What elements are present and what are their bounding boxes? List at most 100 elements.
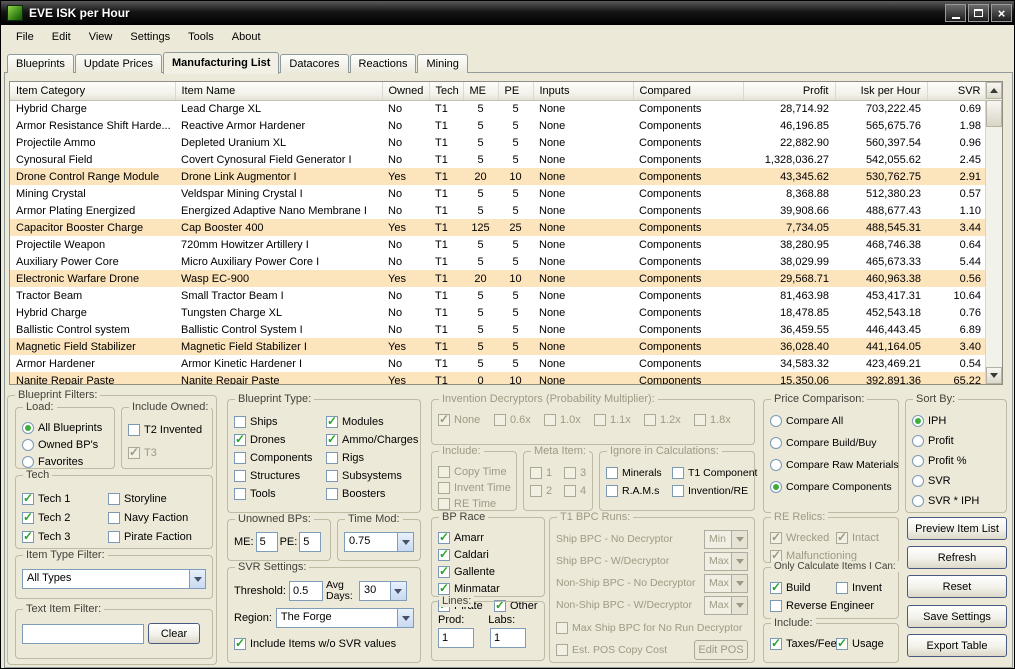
checkbox-copy-time[interactable]: Copy Time: [438, 464, 510, 479]
tab-datacores[interactable]: Datacores: [280, 54, 349, 73]
checkbox-box[interactable]: [836, 530, 848, 544]
radio-dot[interactable]: [912, 434, 924, 447]
column-header-item-name[interactable]: Item Name: [175, 82, 383, 101]
avg-days-dropdown[interactable]: 30: [358, 581, 407, 602]
checkbox-box[interactable]: [108, 530, 120, 543]
checkbox-box[interactable]: [438, 497, 450, 510]
scrollbar-down-button[interactable]: [986, 367, 1002, 384]
checkbox-est-pos-copy-cost[interactable]: Est. POS Copy Cost: [556, 643, 667, 658]
menu-view[interactable]: View: [80, 28, 122, 46]
column-header-item-category[interactable]: Item Category: [10, 82, 176, 101]
table-row[interactable]: Armor Plating Energized Energized Adaptiv…: [10, 202, 987, 219]
checkbox-box[interactable]: [128, 423, 140, 436]
checkbox-box[interactable]: [326, 488, 338, 500]
checkbox-box[interactable]: [770, 599, 782, 612]
checkbox-pirate-faction[interactable]: Pirate Faction: [108, 529, 208, 544]
menu-edit[interactable]: Edit: [43, 28, 80, 46]
checkbox-box[interactable]: [438, 465, 450, 478]
checkbox-invent[interactable]: Invent: [836, 580, 882, 595]
checkbox-box[interactable]: [556, 621, 568, 634]
radio-dot[interactable]: [912, 494, 924, 507]
table-row[interactable]: Capacitor Booster Charge Cap Booster 400 Y…: [10, 219, 987, 236]
checkbox-box[interactable]: [438, 530, 450, 544]
checkbox-0-6x[interactable]: 0.6x: [494, 412, 544, 427]
checkbox-t1-component[interactable]: T1 Component: [672, 466, 757, 481]
radio-svr[interactable]: SVR: [912, 473, 1000, 488]
checkbox-re-time[interactable]: RE Time: [438, 496, 510, 511]
edit-pos-button[interactable]: Edit POS: [694, 640, 748, 660]
preview-item-list-button[interactable]: Preview Item List: [907, 517, 1007, 540]
column-header-pe[interactable]: PE: [498, 82, 534, 101]
radio-dot[interactable]: [770, 414, 782, 427]
maximize-button[interactable]: [968, 4, 989, 22]
menu-settings[interactable]: Settings: [121, 28, 179, 46]
checkbox-none[interactable]: None: [438, 412, 494, 427]
checkbox-t2-invented[interactable]: T2 Invented: [128, 422, 206, 437]
checkbox-box[interactable]: [564, 485, 576, 497]
checkbox-box[interactable]: [836, 581, 848, 594]
checkbox-boosters[interactable]: Boosters: [326, 487, 420, 502]
table-row[interactable]: Ballistic Control system Ballistic Contro…: [10, 321, 987, 338]
checkbox-usage[interactable]: Usage: [836, 636, 884, 651]
ship-bpc-w-decryptor-dropdown[interactable]: Max: [704, 551, 748, 571]
table-row[interactable]: Armor Hardener Armor Kinetic Hardener I No…: [10, 355, 987, 372]
text-item-filter-input[interactable]: [22, 623, 144, 644]
checkbox-drones[interactable]: Drones: [234, 432, 326, 448]
checkbox-box[interactable]: [770, 636, 782, 650]
nonship-bpc-no-decryptor-dropdown[interactable]: Max: [704, 573, 748, 593]
checkbox-box[interactable]: [438, 581, 450, 595]
radio-dot[interactable]: [770, 436, 782, 449]
checkbox-box[interactable]: [438, 481, 450, 494]
checkbox-ships[interactable]: Ships: [234, 415, 326, 430]
checkbox-ammo-charges[interactable]: Ammo/Charges: [326, 432, 420, 448]
radio-favorites[interactable]: Favorites: [22, 454, 108, 469]
radio-compare-raw-materials[interactable]: Compare Raw Materials: [770, 457, 899, 472]
checkbox-storyline[interactable]: Storyline: [108, 491, 208, 506]
radio-dot[interactable]: [22, 438, 34, 451]
menu-tools[interactable]: Tools: [179, 28, 223, 46]
checkbox-tech-3[interactable]: Tech 3: [22, 529, 108, 544]
reset-button[interactable]: Reset: [907, 575, 1007, 598]
checkbox-box[interactable]: [836, 636, 848, 650]
tab-blueprints[interactable]: Blueprints: [7, 54, 74, 73]
chevron-down-icon[interactable]: [189, 570, 205, 588]
checkbox-rigs[interactable]: Rigs: [326, 451, 420, 466]
checkbox-intact[interactable]: Intact: [836, 530, 879, 545]
menu-file[interactable]: File: [7, 28, 43, 46]
checkbox-invent-time[interactable]: Invent Time: [438, 480, 511, 495]
tab-update-prices[interactable]: Update Prices: [74, 54, 163, 73]
column-header-me[interactable]: ME: [463, 82, 499, 101]
radio-all-blueprints[interactable]: All Blueprints: [22, 420, 108, 435]
checkbox-1[interactable]: 1: [530, 466, 556, 481]
table-row[interactable]: Auxiliary Power Core Micro Auxiliary Powe…: [10, 253, 987, 270]
checkbox-1-0x[interactable]: 1.0x: [544, 412, 594, 427]
radio-dot[interactable]: [912, 414, 924, 427]
table-row[interactable]: Hybrid Charge Lead Charge XL No T1 5 5 None Com…: [10, 100, 987, 117]
checkbox-box[interactable]: [672, 467, 684, 479]
checkbox-minmatar[interactable]: Minmatar: [438, 581, 538, 596]
checkbox-r-a-m-s[interactable]: R.A.M.s: [606, 484, 672, 499]
checkbox-box[interactable]: [606, 467, 618, 479]
checkbox-reverse-engineer[interactable]: Reverse Engineer: [770, 598, 874, 613]
checkbox-box[interactable]: [234, 432, 246, 446]
clear-button[interactable]: Clear: [148, 623, 200, 644]
checkbox-box[interactable]: [108, 511, 120, 524]
radio-dot[interactable]: [770, 480, 782, 493]
checkbox-box[interactable]: [234, 470, 246, 482]
checkbox-3[interactable]: 3: [564, 466, 590, 481]
checkbox-include-items-wo-svr[interactable]: Include Items w/o SVR values: [234, 636, 414, 651]
minimize-button[interactable]: [945, 4, 966, 22]
table-row[interactable]: Mining Crystal Veldspar Mining Crystal I N…: [10, 185, 987, 202]
checkbox-navy-faction[interactable]: Navy Faction: [108, 510, 208, 525]
checkbox-box[interactable]: [234, 488, 246, 500]
title-bar[interactable]: EVE ISK per Hour ×: [1, 1, 1014, 25]
checkbox-tools[interactable]: Tools: [234, 487, 326, 502]
radio-dot[interactable]: [912, 454, 924, 467]
pe-input[interactable]: [299, 532, 322, 552]
checkbox-box[interactable]: [22, 491, 34, 505]
radio-profit[interactable]: Profit %: [912, 453, 1000, 468]
checkbox-box[interactable]: [438, 547, 450, 561]
table-row[interactable]: Nanite Repair Paste Nanite Repair Paste Ye…: [10, 372, 987, 384]
table-row[interactable]: Electronic Warfare Drone Wasp EC-900 Yes T1…: [10, 270, 987, 287]
checkbox-box[interactable]: [128, 445, 140, 459]
